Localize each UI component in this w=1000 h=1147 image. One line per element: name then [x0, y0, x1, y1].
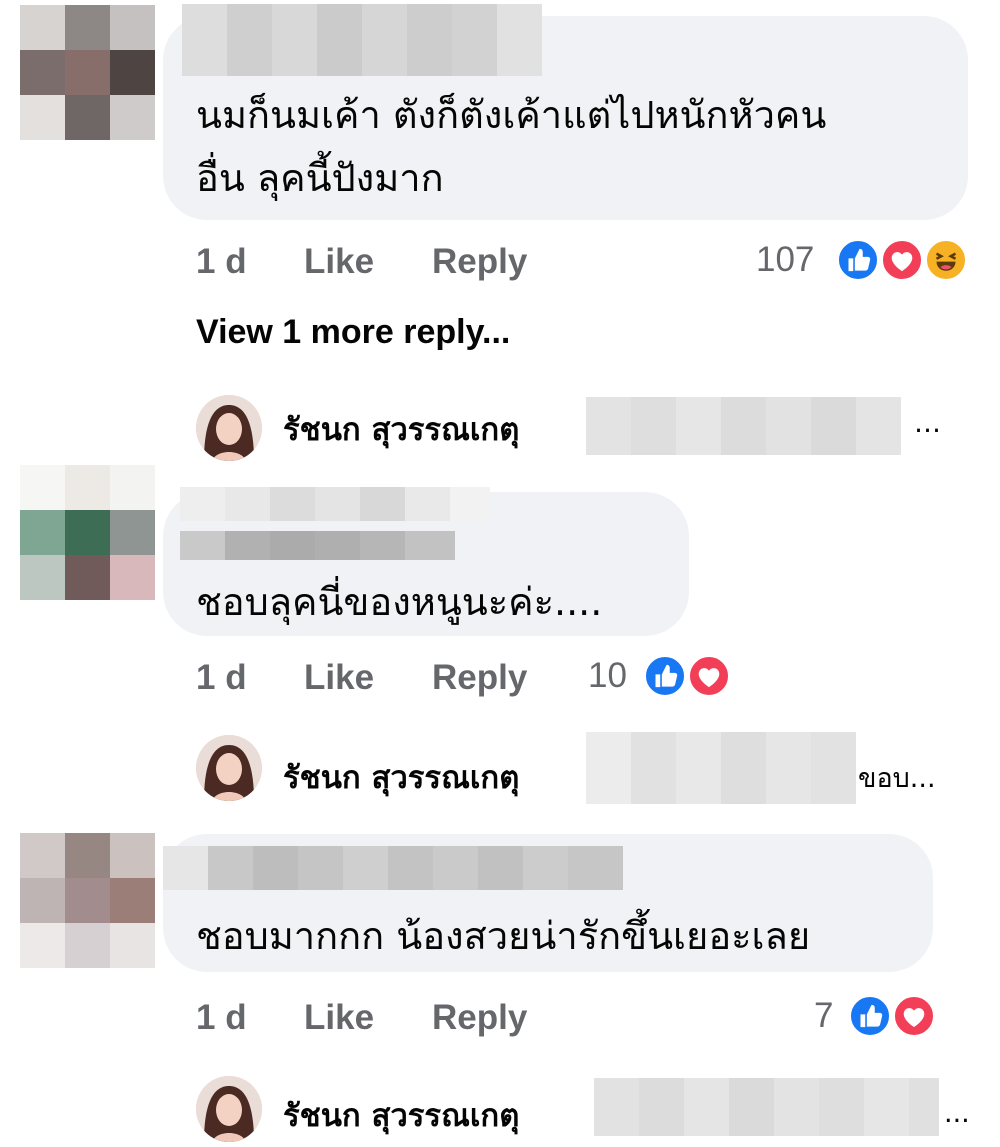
replier-avatar[interactable]	[196, 735, 262, 801]
replier-name[interactable]: รัชนก สุวรรณเกตุ	[283, 404, 519, 454]
love-icon[interactable]	[880, 238, 924, 282]
like-icon[interactable]	[848, 994, 892, 1038]
replier-name[interactable]: รัชนก สุวรรณเกตุ	[283, 1090, 519, 1140]
love-icon[interactable]	[892, 994, 936, 1038]
replier-avatar[interactable]	[196, 1076, 262, 1142]
comment-time[interactable]: 1 d	[196, 658, 247, 698]
commenter-avatar[interactable]	[20, 833, 155, 968]
comment-text: นมก็นมเค้า ตังก็ตังเค้าแต่ไปหนักหัวคน	[196, 93, 827, 137]
comment-time[interactable]: 1 d	[196, 242, 247, 282]
reply-preview-text	[586, 397, 901, 455]
reply-preview-tail: ขอบ...	[858, 763, 936, 794]
like-button[interactable]: Like	[304, 658, 374, 698]
reply-preview-tail: ...	[944, 1098, 970, 1129]
view-more-replies-link[interactable]: View 1 more reply...	[196, 313, 510, 352]
haha-icon[interactable]	[924, 238, 968, 282]
reaction-count[interactable]: 10	[588, 656, 627, 696]
love-icon[interactable]	[687, 654, 731, 698]
replier-avatar[interactable]	[196, 395, 262, 461]
like-button[interactable]: Like	[304, 998, 374, 1038]
reply-preview-text	[594, 1078, 939, 1136]
commenter-avatar[interactable]	[20, 465, 155, 600]
replier-name[interactable]: รัชนก สุวรรณเกตุ	[283, 752, 519, 802]
comment-text: ชอบมากกก น้องสวยน่ารักขึ้นเยอะเลย	[196, 914, 811, 958]
commenter-name[interactable]	[163, 846, 623, 890]
reaction-count[interactable]: 7	[814, 996, 833, 1036]
like-icon[interactable]	[643, 654, 687, 698]
reply-button[interactable]: Reply	[432, 658, 527, 698]
commenter-name[interactable]	[182, 4, 542, 76]
like-icon[interactable]	[836, 238, 880, 282]
commenter-name[interactable]	[180, 531, 455, 560]
reply-preview-text	[586, 732, 856, 804]
commenter-name[interactable]	[180, 487, 490, 521]
comment-text: ชอบลุคนี่ของหนูนะค่ะ....	[196, 580, 603, 624]
like-button[interactable]: Like	[304, 242, 374, 282]
commenter-avatar[interactable]	[20, 5, 155, 140]
comment-time[interactable]: 1 d	[196, 998, 247, 1038]
comment-text: อื่น ลุคนี้ปังมาก	[196, 156, 444, 200]
reply-button[interactable]: Reply	[432, 998, 527, 1038]
reply-button[interactable]: Reply	[432, 242, 527, 282]
reply-preview-tail: …	[914, 408, 941, 439]
reaction-count[interactable]: 107	[756, 240, 814, 280]
